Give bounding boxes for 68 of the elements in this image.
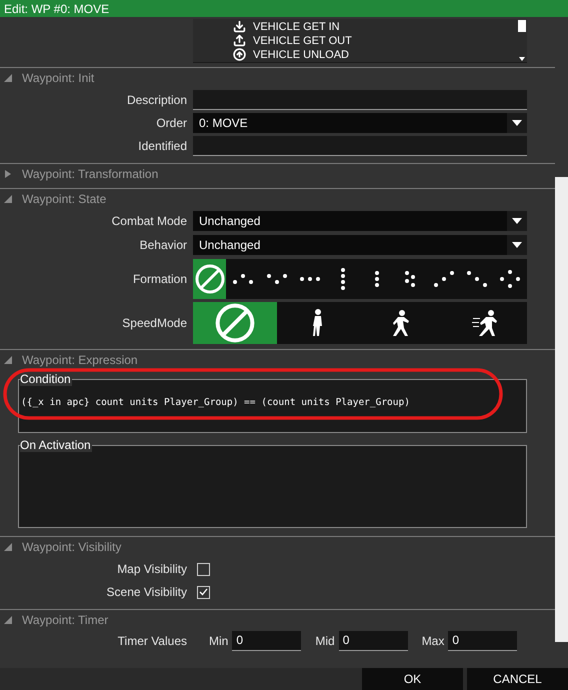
field-caption: On Activation xyxy=(20,438,92,452)
timer-label: Max xyxy=(422,633,444,650)
field-label: Description xyxy=(126,92,187,109)
checkbox[interactable] xyxy=(197,562,210,576)
field-label: Scene Visibility xyxy=(106,584,187,601)
collapse-triangle-icon[interactable] xyxy=(4,616,12,624)
section-title[interactable]: Waypoint: State xyxy=(22,190,106,208)
timer-input[interactable]: 0 xyxy=(338,631,408,651)
dropdown[interactable]: Unchanged xyxy=(193,211,527,231)
soldier-icon xyxy=(312,309,324,336)
section-title[interactable]: Waypoint: Transformation xyxy=(22,164,158,182)
waypoint-type-list[interactable]: VEHICLE GET IN VEHICLE GET OUT VEHICLE UNLOAD xyxy=(193,19,527,63)
expand-triangle-icon[interactable] xyxy=(4,170,12,178)
field-label: Behavior xyxy=(138,237,187,254)
section-title[interactable]: Waypoint: Visibility xyxy=(22,538,122,556)
soldier-icon xyxy=(472,310,498,336)
no-entry-icon xyxy=(194,264,225,294)
no-entry-icon xyxy=(214,302,255,342)
dropdown-caret-icon xyxy=(512,218,522,224)
upload-icon xyxy=(233,34,246,47)
formation-icon xyxy=(266,274,287,284)
description-input[interactable] xyxy=(193,90,527,110)
circle-arrow-up-icon xyxy=(233,48,246,61)
list-item[interactable]: VEHICLE GET IN xyxy=(233,20,517,34)
window-title: Edit: WP #0: MOVE xyxy=(4,0,110,18)
formation-icon xyxy=(466,270,487,286)
dropdown-caret-icon xyxy=(512,120,522,126)
formation-option[interactable] xyxy=(193,258,226,298)
section-title[interactable]: Waypoint: Init xyxy=(22,68,94,86)
timer-label: Mid xyxy=(315,633,335,650)
checkbox[interactable] xyxy=(197,586,210,598)
collapse-triangle-icon[interactable] xyxy=(4,356,12,364)
field-label: SpeedMode xyxy=(121,314,187,332)
list-scrollbar[interactable] xyxy=(517,19,527,62)
timer-input[interactable]: 0 xyxy=(448,631,518,651)
list-item[interactable]: VEHICLE UNLOAD xyxy=(233,48,517,62)
formation-icon xyxy=(405,270,416,286)
collapse-triangle-icon[interactable] xyxy=(4,194,12,202)
formation-icon xyxy=(341,268,346,290)
collapse-triangle-icon[interactable] xyxy=(4,542,12,550)
field-label: Timer Values xyxy=(116,633,187,650)
condition-code: ({_x in apc} count units Player_Group) == (count units Player_Group) xyxy=(21,397,410,408)
timer-input[interactable]: 0 xyxy=(232,631,302,651)
section-title[interactable]: Waypoint: Timer xyxy=(22,610,108,628)
dropdown[interactable]: Unchanged xyxy=(193,235,527,255)
soldier-icon xyxy=(393,310,410,336)
list-item[interactable]: VEHICLE GET OUT xyxy=(233,34,517,48)
formation-icon xyxy=(500,270,520,288)
dropdown-caret-icon xyxy=(512,242,522,248)
dropdown[interactable]: 0: MOVE xyxy=(193,113,527,133)
timer-label: Min xyxy=(209,633,228,650)
section-title[interactable]: Waypoint: Expression xyxy=(22,350,138,368)
field-label: Formation xyxy=(132,270,187,288)
formation-icon xyxy=(233,274,254,284)
scroll-down-icon[interactable] xyxy=(519,57,525,61)
formation-icon xyxy=(434,270,454,286)
identified-input[interactable] xyxy=(193,136,527,156)
field-label: Map Visibility xyxy=(116,561,187,578)
dialog-button[interactable]: OK xyxy=(362,668,463,690)
field-label: Identified xyxy=(137,138,187,155)
field-label: Order xyxy=(155,115,187,132)
field-caption: Condition xyxy=(20,372,72,386)
field-label: Combat Mode xyxy=(110,213,187,230)
formation-icon xyxy=(300,276,320,280)
collapse-triangle-icon[interactable] xyxy=(4,74,12,82)
download-icon xyxy=(233,20,246,33)
formation-icon xyxy=(374,270,379,286)
dialog-button[interactable]: CANCEL xyxy=(467,668,568,690)
